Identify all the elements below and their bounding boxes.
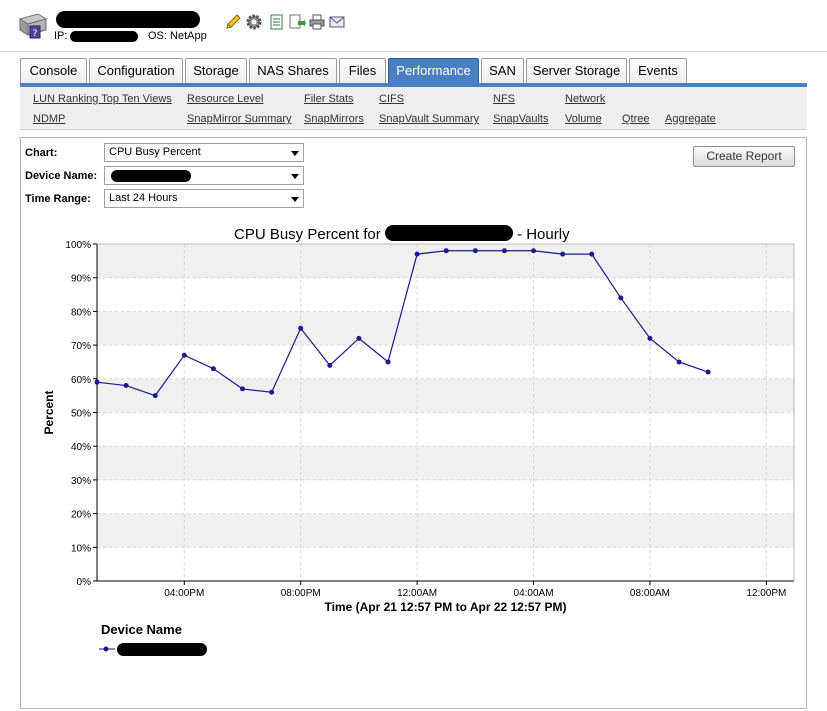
ip-label: IP: (54, 30, 68, 42)
data-point (123, 383, 129, 389)
y-tick-label: 40% (71, 442, 91, 453)
subnav-snapmirrors[interactable]: SnapMirrors (304, 113, 364, 125)
tab-server-storage[interactable]: Server Storage (526, 58, 627, 84)
data-point (443, 248, 449, 254)
y-axis-label: Percent (42, 390, 56, 434)
y-tick-label: 80% (71, 307, 91, 318)
data-point (94, 379, 100, 385)
data-point (676, 359, 682, 365)
subnav-ndmp[interactable]: NDMP (33, 113, 65, 125)
data-point (589, 251, 595, 257)
y-tick-label: 90% (71, 274, 91, 285)
subnav-aggregate[interactable]: Aggregate (665, 113, 716, 125)
subnav-qtree[interactable]: Qtree (622, 113, 650, 125)
performance-subnav: LUN Ranking Top Ten Views Resource Level… (20, 87, 807, 130)
gear-icon[interactable] (245, 13, 263, 31)
tab-storage[interactable]: Storage (185, 58, 247, 84)
redacted-ip (70, 31, 138, 42)
tab-console[interactable]: Console (20, 58, 87, 84)
legend-item (99, 642, 219, 656)
subnav-network[interactable]: Network (565, 93, 605, 105)
y-tick-label: 0% (77, 577, 92, 588)
data-point (240, 386, 246, 392)
y-tick-label: 70% (71, 341, 91, 352)
y-tick-label: 50% (71, 409, 91, 420)
data-point (152, 393, 158, 399)
header-bar: ? IP: OS: NetApp (0, 0, 827, 52)
device-icon: ? (18, 13, 48, 39)
data-point (414, 251, 420, 257)
subnav-cifs[interactable]: CIFS (379, 93, 404, 105)
subnav-filer-stats[interactable]: Filer Stats (304, 93, 354, 105)
data-point (501, 248, 507, 254)
data-point (385, 359, 391, 365)
email-icon[interactable] (328, 13, 346, 31)
subnav-snapmirror-summary[interactable]: SnapMirror Summary (187, 113, 292, 125)
subnav-volume[interactable]: Volume (565, 113, 602, 125)
subnav-snapvaults[interactable]: SnapVaults (493, 113, 548, 125)
x-tick-label: 04:00PM (164, 588, 204, 599)
subnav-lun-ranking[interactable]: LUN Ranking Top Ten Views (33, 93, 172, 105)
data-point (472, 248, 478, 254)
tab-performance[interactable]: Performance (388, 58, 479, 84)
x-tick-label: 04:00AM (514, 588, 554, 599)
svg-text:?: ? (33, 29, 38, 39)
subnav-resource-level[interactable]: Resource Level (187, 93, 263, 105)
data-point (356, 335, 362, 341)
legend-title: Device Name (101, 622, 182, 637)
grid-band (97, 311, 794, 346)
tab-events[interactable]: Events (629, 58, 687, 84)
y-tick-label: 20% (71, 510, 91, 521)
redacted-device-name (56, 11, 200, 28)
pencil-icon[interactable] (224, 13, 242, 31)
data-point (531, 248, 537, 254)
data-point (269, 389, 275, 395)
redacted-legend-device (117, 643, 207, 656)
y-tick-label: 100% (65, 240, 91, 251)
tab-san[interactable]: SAN (481, 58, 524, 84)
printer-icon[interactable] (308, 13, 326, 31)
data-point (327, 362, 333, 368)
tab-configuration[interactable]: Configuration (89, 58, 183, 84)
grid-band (97, 446, 794, 480)
data-point (705, 369, 711, 375)
data-point (647, 335, 653, 341)
export-icon[interactable] (288, 13, 306, 31)
tab-nas-shares[interactable]: NAS Shares (249, 58, 337, 84)
grid-band (97, 378, 794, 413)
y-tick-label: 30% (71, 476, 91, 487)
x-tick-label: 08:00PM (281, 588, 321, 599)
x-tick-label: 08:00AM (630, 588, 670, 599)
subnav-snapvault-summary[interactable]: SnapVault Summary (379, 113, 479, 125)
data-point (210, 366, 216, 372)
data-point (298, 325, 304, 331)
y-tick-label: 60% (71, 375, 91, 386)
x-axis-label: Time (Apr 21 12:57 PM to Apr 22 12:57 PM… (324, 600, 566, 614)
y-tick-label: 10% (71, 543, 91, 554)
grid-band (97, 513, 794, 548)
x-tick-label: 12:00PM (746, 588, 786, 599)
os-label: OS: NetApp (148, 30, 207, 42)
data-point (560, 251, 566, 257)
chart-panel: Chart: CPU Busy Percent Device Name: Tim… (20, 137, 807, 709)
data-point (181, 352, 187, 358)
tab-files[interactable]: Files (339, 58, 386, 84)
subnav-nfs[interactable]: NFS (493, 93, 515, 105)
report-icon[interactable] (268, 13, 286, 31)
x-tick-label: 12:00AM (397, 588, 437, 599)
data-point (618, 295, 624, 301)
